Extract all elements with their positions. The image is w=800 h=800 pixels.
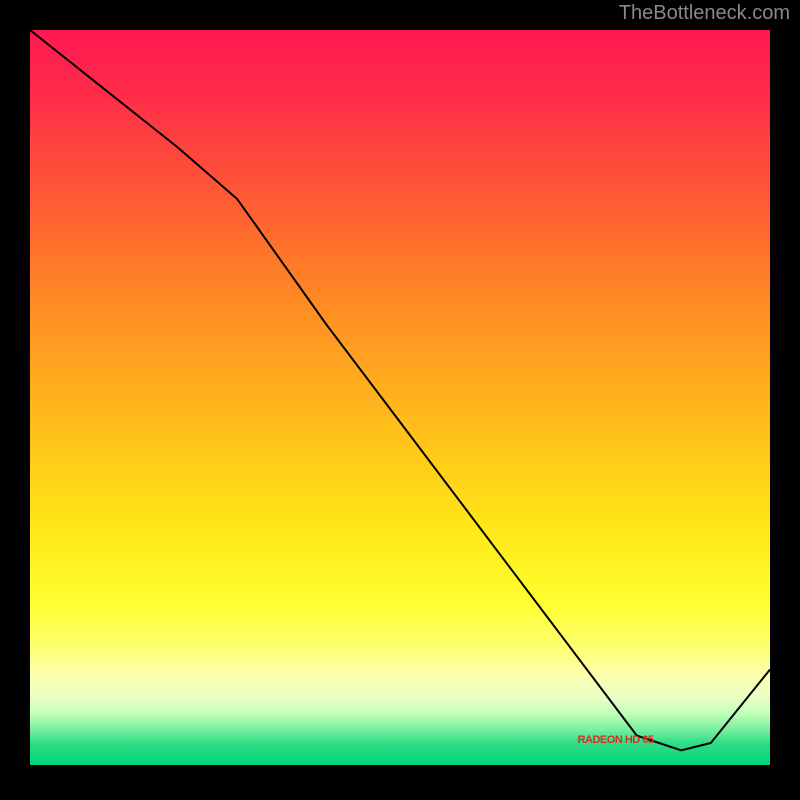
chart-annotation-radeon: RADEON HD 65: [578, 734, 654, 746]
watermark-text: TheBottleneck.com: [619, 2, 790, 25]
chart-overlay-svg: RADEON HD 65: [30, 30, 770, 765]
chart-plot-area: RADEON HD 65: [30, 30, 770, 765]
chart-line-series: [30, 30, 770, 750]
